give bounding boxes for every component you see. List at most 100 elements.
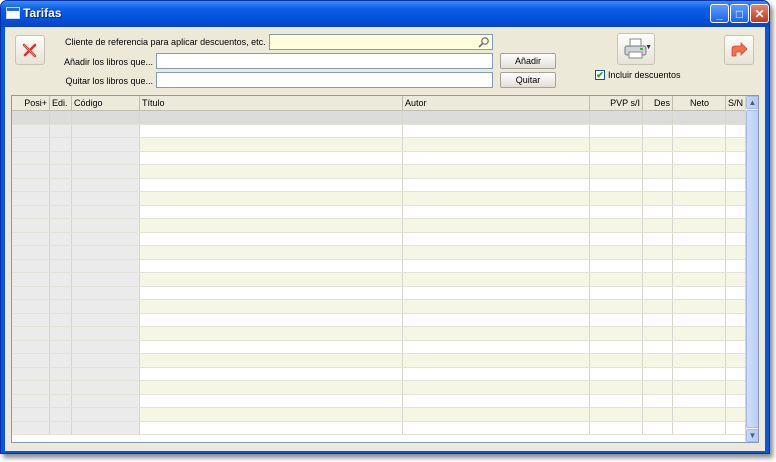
table-cell[interactable] <box>726 178 745 191</box>
table-cell[interactable] <box>673 111 726 124</box>
table-cell[interactable] <box>673 300 726 313</box>
table-cell[interactable] <box>140 354 403 367</box>
table-row[interactable] <box>12 259 745 273</box>
table-cell[interactable] <box>12 219 50 232</box>
table-cell[interactable] <box>140 286 403 299</box>
table-cell[interactable] <box>12 421 50 434</box>
table-cell[interactable] <box>643 124 673 137</box>
table-cell[interactable] <box>643 259 673 272</box>
table-cell[interactable] <box>50 273 72 286</box>
table-cell[interactable] <box>140 165 403 178</box>
table-cell[interactable] <box>140 313 403 326</box>
table-row[interactable] <box>12 219 745 233</box>
table-cell[interactable] <box>673 408 726 421</box>
table-cell[interactable] <box>673 151 726 164</box>
table-cell[interactable] <box>403 151 590 164</box>
table-cell[interactable] <box>72 124 140 137</box>
table-cell[interactable] <box>72 205 140 218</box>
table-cell[interactable] <box>403 394 590 407</box>
exit-button[interactable] <box>724 35 754 65</box>
table-cell[interactable] <box>140 327 403 340</box>
table-cell[interactable] <box>140 219 403 232</box>
table-cell[interactable] <box>140 408 403 421</box>
table-cell[interactable] <box>403 300 590 313</box>
table-cell[interactable] <box>72 138 140 151</box>
table-cell[interactable] <box>403 421 590 434</box>
table-cell[interactable] <box>50 340 72 353</box>
table-row[interactable] <box>12 394 745 408</box>
table-cell[interactable] <box>590 340 643 353</box>
table-cell[interactable] <box>50 192 72 205</box>
table-cell[interactable] <box>50 232 72 245</box>
table-cell[interactable] <box>590 151 643 164</box>
column-header-sn[interactable]: S/N <box>726 96 745 111</box>
scroll-down-button[interactable]: ▼ <box>746 429 758 442</box>
table-cell[interactable] <box>50 408 72 421</box>
table-cell[interactable] <box>12 192 50 205</box>
table-row[interactable] <box>12 300 745 314</box>
table-cell[interactable] <box>590 205 643 218</box>
table-cell[interactable] <box>643 246 673 259</box>
table-cell[interactable] <box>726 354 745 367</box>
table-row[interactable] <box>12 232 745 246</box>
table-cell[interactable] <box>50 327 72 340</box>
quitar-button[interactable]: Quitar <box>500 72 556 88</box>
table-cell[interactable] <box>673 313 726 326</box>
table-cell[interactable] <box>12 340 50 353</box>
table-row[interactable] <box>12 192 745 206</box>
table-cell[interactable] <box>140 138 403 151</box>
table-cell[interactable] <box>12 246 50 259</box>
table-cell[interactable] <box>50 124 72 137</box>
table-cell[interactable] <box>403 138 590 151</box>
table-cell[interactable] <box>403 367 590 380</box>
table-row[interactable] <box>12 313 745 327</box>
table-cell[interactable] <box>12 205 50 218</box>
table-cell[interactable] <box>50 286 72 299</box>
table-cell[interactable] <box>403 354 590 367</box>
table-cell[interactable] <box>403 408 590 421</box>
incluir-descuentos-checkbox[interactable]: ✔ <box>595 70 605 80</box>
table-cell[interactable] <box>140 273 403 286</box>
table-cell[interactable] <box>673 165 726 178</box>
table-cell[interactable] <box>12 313 50 326</box>
column-header-codigo[interactable]: Código <box>72 96 140 111</box>
cliente-field[interactable] <box>269 34 493 50</box>
table-row[interactable] <box>12 367 745 381</box>
table-cell[interactable] <box>590 124 643 137</box>
table-cell[interactable] <box>12 381 50 394</box>
table-cell[interactable] <box>12 138 50 151</box>
table-cell[interactable] <box>590 327 643 340</box>
table-cell[interactable] <box>72 151 140 164</box>
scroll-up-button[interactable]: ▲ <box>746 96 758 109</box>
table-cell[interactable] <box>12 111 50 124</box>
table-cell[interactable] <box>726 327 745 340</box>
table-cell[interactable] <box>140 381 403 394</box>
table-cell[interactable] <box>726 421 745 434</box>
table-cell[interactable] <box>673 273 726 286</box>
table-cell[interactable] <box>72 421 140 434</box>
table-cell[interactable] <box>726 165 745 178</box>
table-cell[interactable] <box>643 219 673 232</box>
table-cell[interactable] <box>590 138 643 151</box>
table-cell[interactable] <box>72 340 140 353</box>
table-cell[interactable] <box>726 232 745 245</box>
table-cell[interactable] <box>726 111 745 124</box>
table-cell[interactable] <box>726 381 745 394</box>
table-cell[interactable] <box>72 192 140 205</box>
table-row[interactable] <box>12 273 745 287</box>
table-cell[interactable] <box>590 367 643 380</box>
table-cell[interactable] <box>590 394 643 407</box>
table-cell[interactable] <box>403 205 590 218</box>
table-cell[interactable] <box>726 138 745 151</box>
table-cell[interactable] <box>673 354 726 367</box>
table-cell[interactable] <box>726 192 745 205</box>
column-header-posi[interactable]: Posi+ <box>12 96 50 111</box>
table-cell[interactable] <box>643 300 673 313</box>
scroll-thumb[interactable] <box>746 110 758 428</box>
table-cell[interactable] <box>72 408 140 421</box>
column-header-neto[interactable]: Neto <box>673 96 726 111</box>
table-row[interactable] <box>12 381 745 395</box>
table-cell[interactable] <box>50 421 72 434</box>
table-cell[interactable] <box>72 327 140 340</box>
table-cell[interactable] <box>12 408 50 421</box>
